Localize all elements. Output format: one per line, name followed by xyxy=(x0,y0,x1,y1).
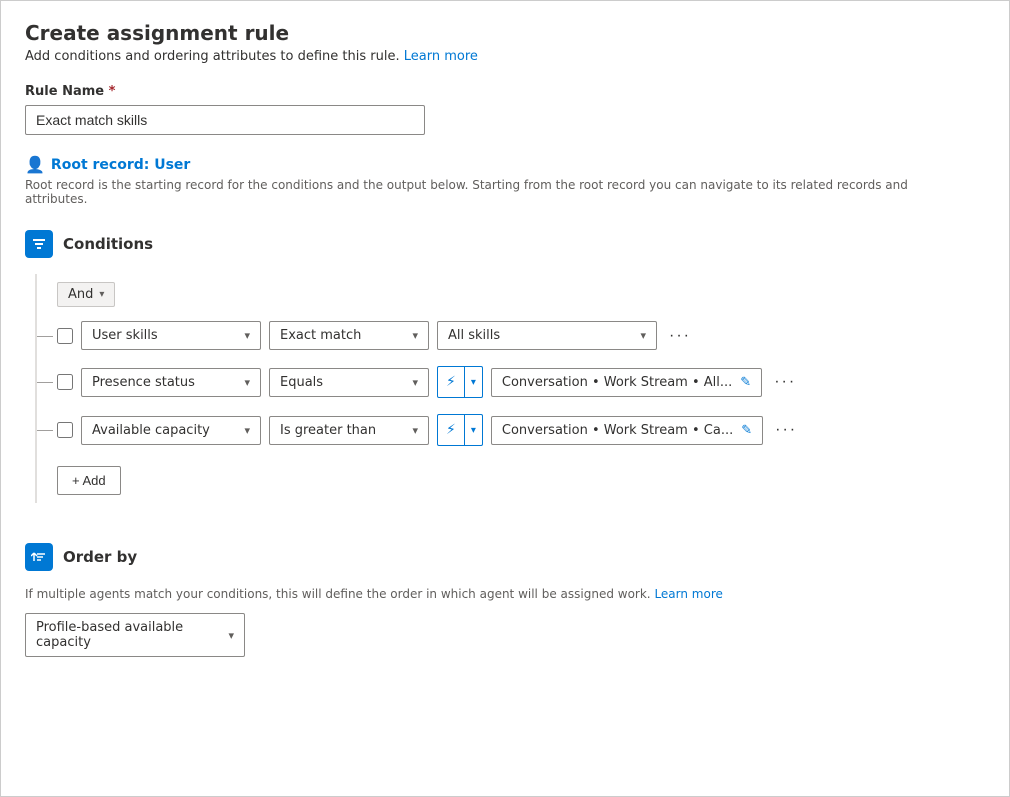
order-by-section: Order by If multiple agents match your c… xyxy=(25,543,985,657)
order-by-description: If multiple agents match your conditions… xyxy=(25,587,985,601)
chevron-down-icon: ▾ xyxy=(99,289,104,300)
value-display-3[interactable]: Conversation • Work Stream • Ca... ✎ xyxy=(491,416,763,445)
sort-icon xyxy=(31,549,47,565)
conditions-body: And ▾ User skills ▾ Exact match ▾ All sk… xyxy=(35,274,985,503)
root-record-section: 👤 Root record: User Root record is the s… xyxy=(25,155,985,206)
rule-name-input[interactable] xyxy=(25,105,425,135)
field-select-3[interactable]: Available capacity ▾ xyxy=(81,416,261,445)
chevron-down-icon: ▾ xyxy=(640,329,646,342)
rule-name-label: Rule Name * xyxy=(25,84,985,99)
more-options-button-2[interactable]: ··· xyxy=(770,371,800,393)
field-select-2[interactable]: Presence status ▾ xyxy=(81,368,261,397)
more-options-button-3[interactable]: ··· xyxy=(771,419,801,441)
dynamic-value-button-3[interactable]: ⚡ ▾ xyxy=(437,414,483,446)
condition-checkbox-1[interactable] xyxy=(57,328,73,344)
condition-row: User skills ▾ Exact match ▾ All skills ▾… xyxy=(57,321,985,350)
chevron-down-icon: ▾ xyxy=(228,629,234,642)
value-select-1[interactable]: All skills ▾ xyxy=(437,321,657,350)
condition-checkbox-3[interactable] xyxy=(57,422,73,438)
conditions-section: Conditions And ▾ User skills ▾ Exact mat… xyxy=(25,230,985,503)
root-record-title: 👤 Root record: User xyxy=(25,155,985,174)
chevron-down-icon: ▾ xyxy=(465,415,482,445)
chevron-down-icon: ▾ xyxy=(412,424,418,437)
order-by-learn-more-link[interactable]: Learn more xyxy=(654,587,722,601)
root-record-desc: Root record is the starting record for t… xyxy=(25,178,925,206)
operator-select-3[interactable]: Is greater than ▾ xyxy=(269,416,429,445)
conditions-header: Conditions xyxy=(25,230,985,258)
page-title: Create assignment rule xyxy=(25,21,985,45)
field-select-1[interactable]: User skills ▾ xyxy=(81,321,261,350)
chevron-down-icon: ▾ xyxy=(465,367,482,397)
chevron-down-icon: ▾ xyxy=(412,376,418,389)
edit-icon: ✎ xyxy=(740,375,751,390)
dynamic-value-button-2[interactable]: ⚡ ▾ xyxy=(437,366,483,398)
and-dropdown[interactable]: And ▾ xyxy=(57,282,115,307)
condition-checkbox-2[interactable] xyxy=(57,374,73,390)
add-condition-button[interactable]: + Add xyxy=(57,466,121,495)
order-by-icon xyxy=(25,543,53,571)
order-by-select[interactable]: Profile-based available capacity ▾ xyxy=(25,613,245,657)
edit-icon: ✎ xyxy=(741,423,752,438)
condition-row: Available capacity ▾ Is greater than ▾ ⚡… xyxy=(57,414,985,446)
condition-row: Presence status ▾ Equals ▾ ⚡ ▾ Conversat… xyxy=(57,366,985,398)
chevron-down-icon: ▾ xyxy=(412,329,418,342)
bolt-icon: ⚡ xyxy=(438,367,465,397)
order-by-title: Order by xyxy=(63,548,137,566)
more-options-button-1[interactable]: ··· xyxy=(665,325,695,347)
operator-select-1[interactable]: Exact match ▾ xyxy=(269,321,429,350)
value-display-2[interactable]: Conversation • Work Stream • All... ✎ xyxy=(491,368,762,397)
chevron-down-icon: ▾ xyxy=(244,329,250,342)
learn-more-link[interactable]: Learn more xyxy=(404,49,478,64)
filter-icon xyxy=(31,236,47,252)
chevron-down-icon: ▾ xyxy=(244,376,250,389)
chevron-down-icon: ▾ xyxy=(244,424,250,437)
page-subtitle: Add conditions and ordering attributes t… xyxy=(25,49,985,64)
order-by-header: Order by xyxy=(25,543,985,571)
bolt-icon: ⚡ xyxy=(438,415,465,445)
conditions-icon xyxy=(25,230,53,258)
operator-select-2[interactable]: Equals ▾ xyxy=(269,368,429,397)
user-icon: 👤 xyxy=(25,155,45,174)
conditions-title: Conditions xyxy=(63,235,153,253)
